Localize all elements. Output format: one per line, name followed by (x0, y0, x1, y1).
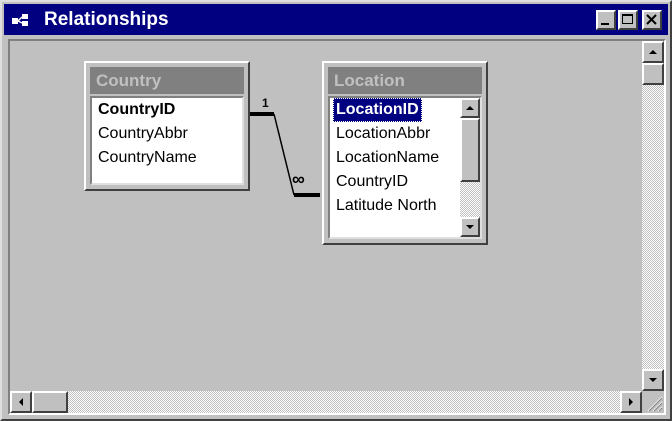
scroll-up-button[interactable] (642, 41, 664, 63)
country-table[interactable]: Country CountryID CountryAbbr CountryNam… (84, 61, 250, 191)
relationship-one-label: 1 (262, 96, 269, 110)
location-table-title[interactable]: Location (328, 67, 482, 94)
relationships-canvas[interactable]: 1 ∞ Country CountryID CountryAbbr Countr… (8, 39, 666, 415)
relationship-many-label: ∞ (292, 169, 305, 189)
field-locationid[interactable]: LocationID (333, 98, 422, 122)
scroll-down-button[interactable] (642, 369, 664, 391)
arrow-up-icon (466, 106, 474, 110)
relationships-icon (12, 14, 28, 26)
close-icon (646, 14, 657, 25)
arrow-left-icon (19, 398, 23, 406)
minimize-button[interactable] (596, 10, 616, 30)
maximize-icon (622, 14, 633, 24)
field-scroll-down-button[interactable] (460, 217, 480, 237)
relationships-window: Relationships 1 ∞ Country CountryID Coun… (0, 0, 672, 421)
arrow-up-icon (649, 50, 657, 54)
field-countryid[interactable]: CountryID (330, 170, 458, 194)
minimize-icon (601, 23, 609, 25)
location-table[interactable]: Location LocationID LocationAbbr Locatio… (322, 61, 488, 245)
field-scroll-up-button[interactable] (460, 98, 480, 118)
close-button[interactable] (642, 10, 662, 30)
arrow-right-icon (629, 398, 633, 406)
resize-grip[interactable] (642, 391, 664, 413)
vertical-scroll-thumb[interactable] (642, 63, 664, 85)
window-title: Relationships (44, 9, 169, 30)
arrow-down-icon (466, 225, 474, 229)
country-field-list[interactable]: CountryID CountryAbbr CountryName (90, 96, 244, 185)
field-locationname[interactable]: LocationName (330, 146, 458, 170)
title-bar[interactable]: Relationships (4, 4, 668, 35)
field-countryname[interactable]: CountryName (92, 146, 242, 170)
location-field-list[interactable]: LocationID LocationAbbr LocationName Cou… (328, 96, 482, 239)
scroll-right-button[interactable] (620, 391, 642, 413)
maximize-button[interactable] (618, 10, 638, 30)
field-countryabbr[interactable]: CountryAbbr (92, 122, 242, 146)
arrow-down-icon (649, 378, 657, 382)
resize-grip-icon (647, 396, 663, 412)
horizontal-scroll-thumb[interactable] (32, 391, 68, 413)
field-scroll-thumb[interactable] (460, 118, 480, 182)
vertical-scrollbar[interactable] (642, 41, 664, 391)
field-locationabbr[interactable]: LocationAbbr (330, 122, 458, 146)
location-field-scrollbar[interactable] (460, 98, 480, 237)
horizontal-scrollbar[interactable] (10, 391, 642, 413)
field-countryid[interactable]: CountryID (92, 98, 242, 122)
field-latitude-north[interactable]: Latitude North (330, 194, 458, 218)
scroll-left-button[interactable] (10, 391, 32, 413)
country-table-title[interactable]: Country (90, 67, 244, 94)
